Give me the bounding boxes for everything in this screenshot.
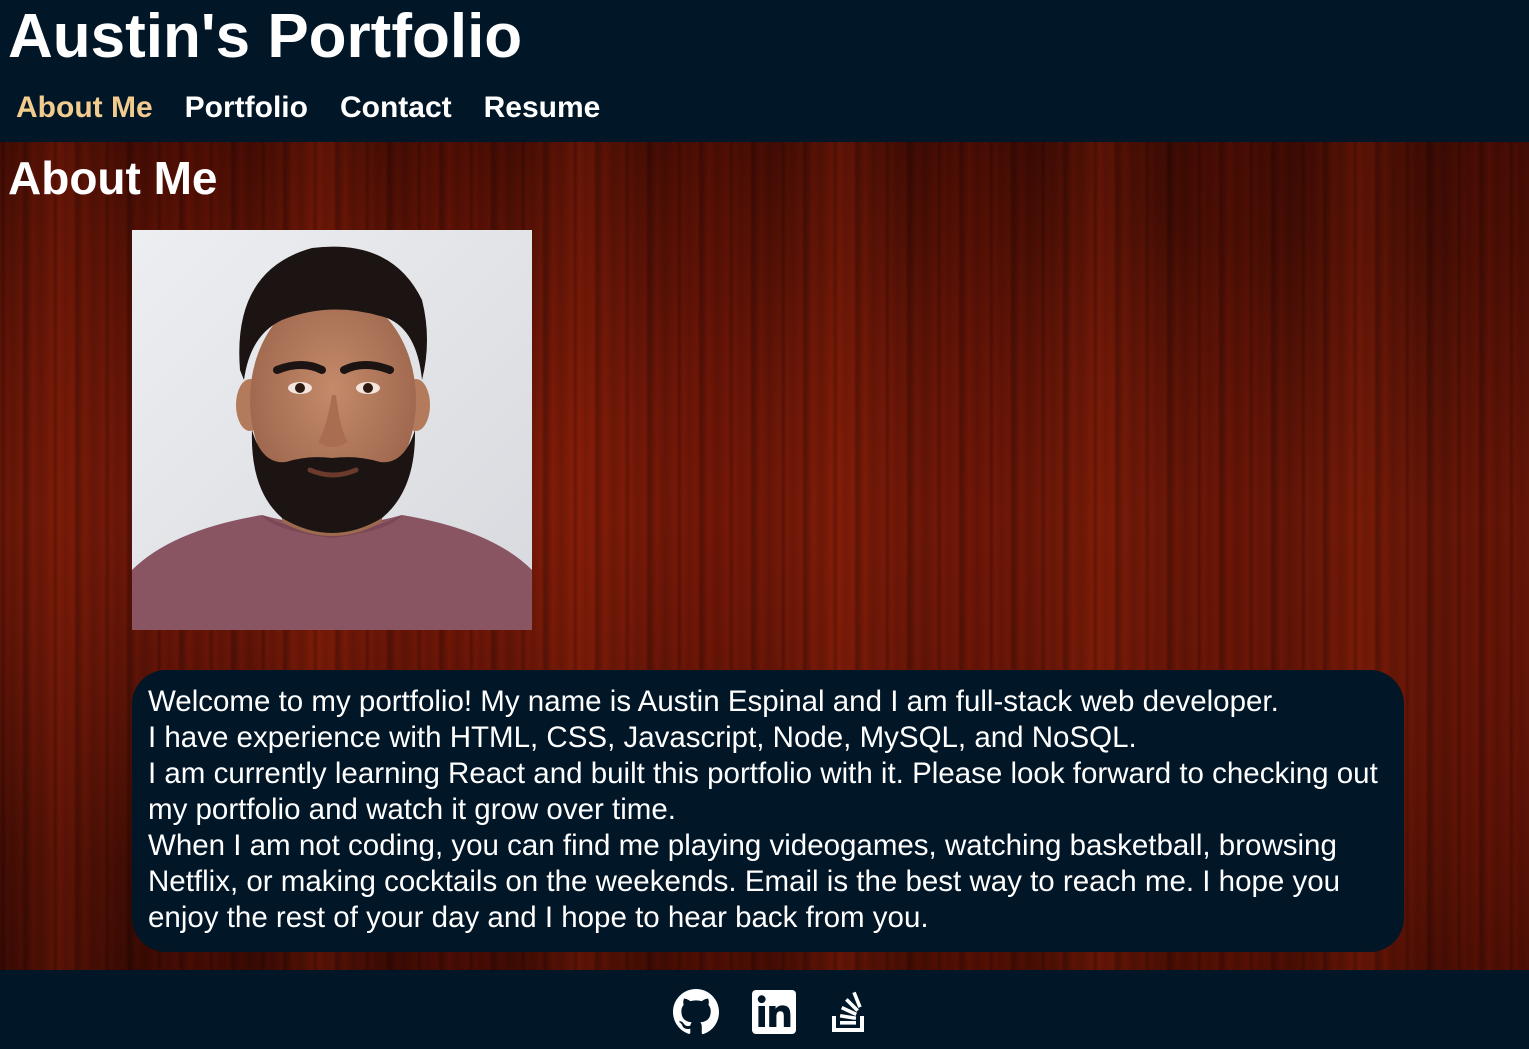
site-title: Austin's Portfolio xyxy=(8,2,523,71)
site-footer xyxy=(0,970,1529,1049)
nav-resume[interactable]: Resume xyxy=(468,88,617,128)
nav-about-me[interactable]: About Me xyxy=(0,88,169,128)
profile-photo xyxy=(132,230,532,630)
nav-contact[interactable]: Contact xyxy=(324,88,468,128)
nav-portfolio[interactable]: Portfolio xyxy=(169,88,324,128)
bio-paragraph: When I am not coding, you can find me pl… xyxy=(148,829,1341,934)
github-icon[interactable] xyxy=(672,988,720,1036)
stackoverflow-icon[interactable] xyxy=(826,988,874,1036)
about-section: About Me Welcome to my portfolio! My nam… xyxy=(0,142,1529,970)
main-nav: About Me Portfolio Contact Resume xyxy=(0,88,616,128)
bio-card: Welcome to my portfolio! My name is Aust… xyxy=(132,670,1404,952)
site-header: Austin's Portfolio About Me Portfolio Co… xyxy=(0,0,1529,142)
bio-paragraph: I am currently learning React and built … xyxy=(148,757,1378,826)
section-heading: About Me xyxy=(8,152,218,204)
bio-paragraph: I have experience with HTML, CSS, Javasc… xyxy=(148,721,1137,754)
bio-paragraph: Welcome to my portfolio! My name is Aust… xyxy=(148,685,1279,718)
linkedin-icon[interactable] xyxy=(750,988,798,1036)
